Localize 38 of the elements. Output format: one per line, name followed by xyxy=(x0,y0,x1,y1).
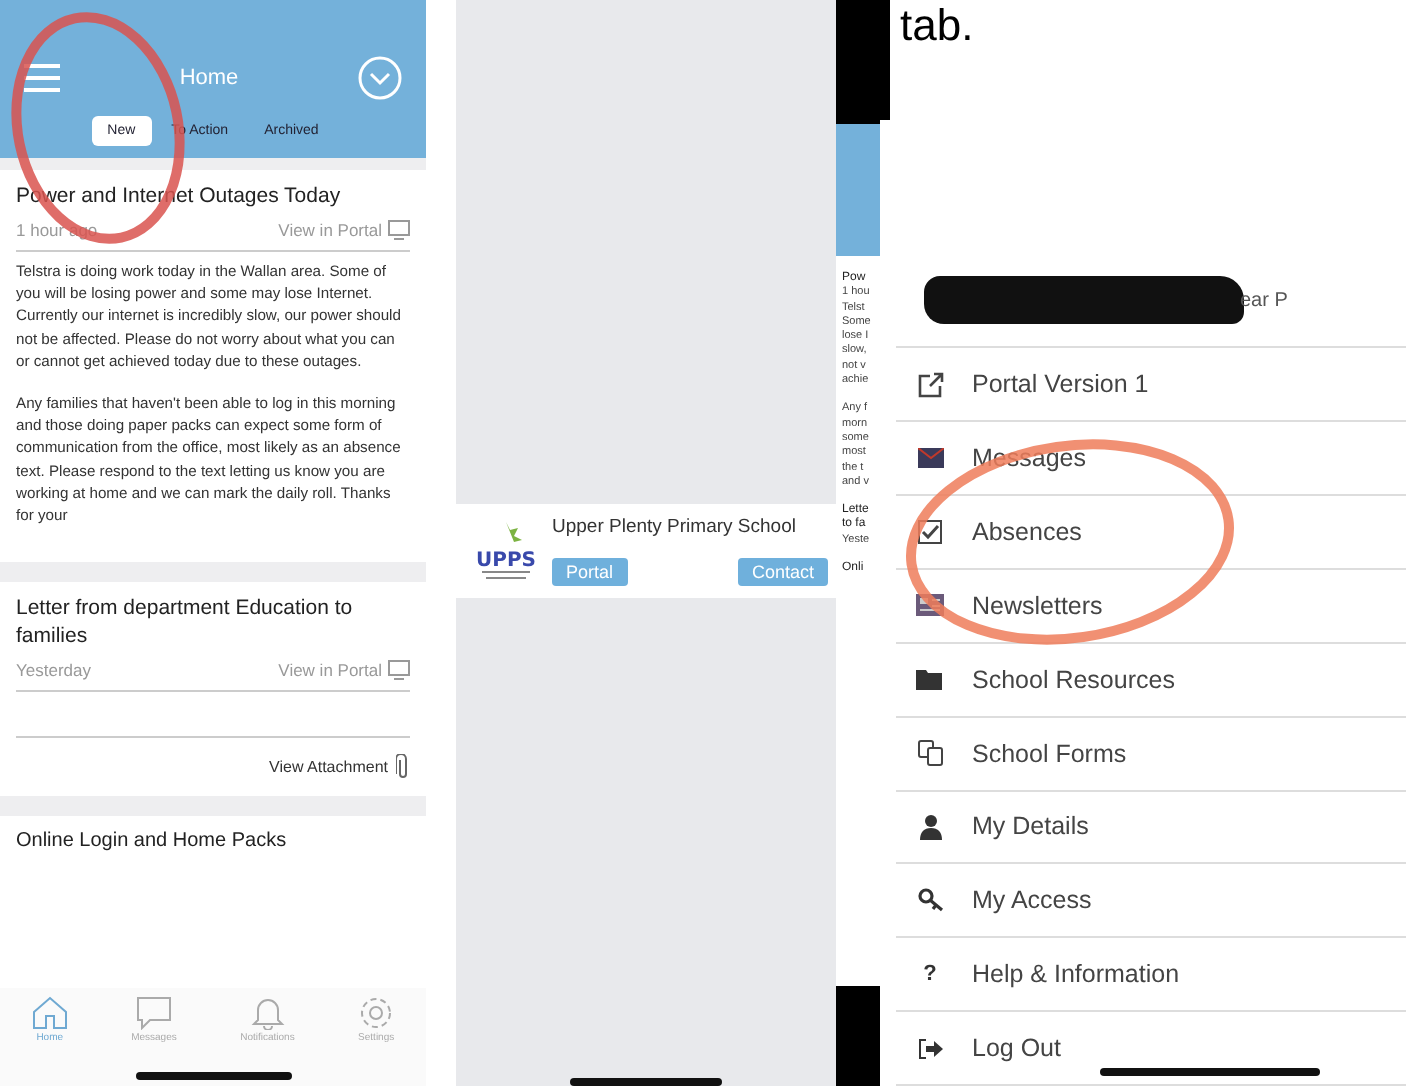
menu-item[interactable]: My Details xyxy=(896,791,1406,865)
menu-icon[interactable] xyxy=(24,64,60,92)
view-attachment-link[interactable]: View Attachment xyxy=(269,758,388,777)
menu-item[interactable]: Portal Version 1 xyxy=(896,348,1406,423)
post-title: Letter from department Education to families xyxy=(16,594,355,651)
menu-item[interactable]: ? Help & Information xyxy=(896,938,1406,1013)
menu-item[interactable]: Newsletters xyxy=(896,569,1406,644)
school-logo: UPPS xyxy=(476,517,536,585)
copy-icon xyxy=(917,740,943,767)
folder-icon xyxy=(916,668,944,691)
caption-text: tab. xyxy=(900,0,974,52)
phone-bottom-bar xyxy=(836,986,880,1086)
chevron-down-circle-icon[interactable] xyxy=(358,56,402,100)
home-icon xyxy=(31,996,68,1030)
menu-item[interactable]: My Access xyxy=(896,864,1406,939)
logout-icon xyxy=(917,1037,943,1059)
app-header xyxy=(836,124,880,256)
monitor-icon xyxy=(388,220,410,240)
key-icon xyxy=(917,888,943,913)
paperclip-icon xyxy=(396,754,410,781)
post-title: Online Login and Home Packs xyxy=(16,828,289,857)
external-link-icon xyxy=(917,371,943,398)
question-mark-icon: ? xyxy=(923,962,937,987)
menu-item[interactable]: School Forms xyxy=(896,717,1406,791)
person-icon xyxy=(919,813,941,840)
checkbox-icon xyxy=(918,519,942,544)
settings-icon xyxy=(358,996,395,1030)
menu-item[interactable]: School Resources xyxy=(896,643,1406,718)
menu-item[interactable]: Absences xyxy=(896,496,1406,570)
post-time: Yesterday xyxy=(16,660,93,681)
screen-edge xyxy=(880,0,890,120)
bell-icon xyxy=(249,996,286,1030)
screen-title: Home xyxy=(179,66,239,90)
envelope-icon xyxy=(917,448,943,469)
phone-status-bar xyxy=(836,0,880,124)
chat-bubble-icon xyxy=(135,996,172,1030)
school-name: Upper Plenty Primary School xyxy=(552,516,798,538)
monitor-icon xyxy=(388,660,410,681)
